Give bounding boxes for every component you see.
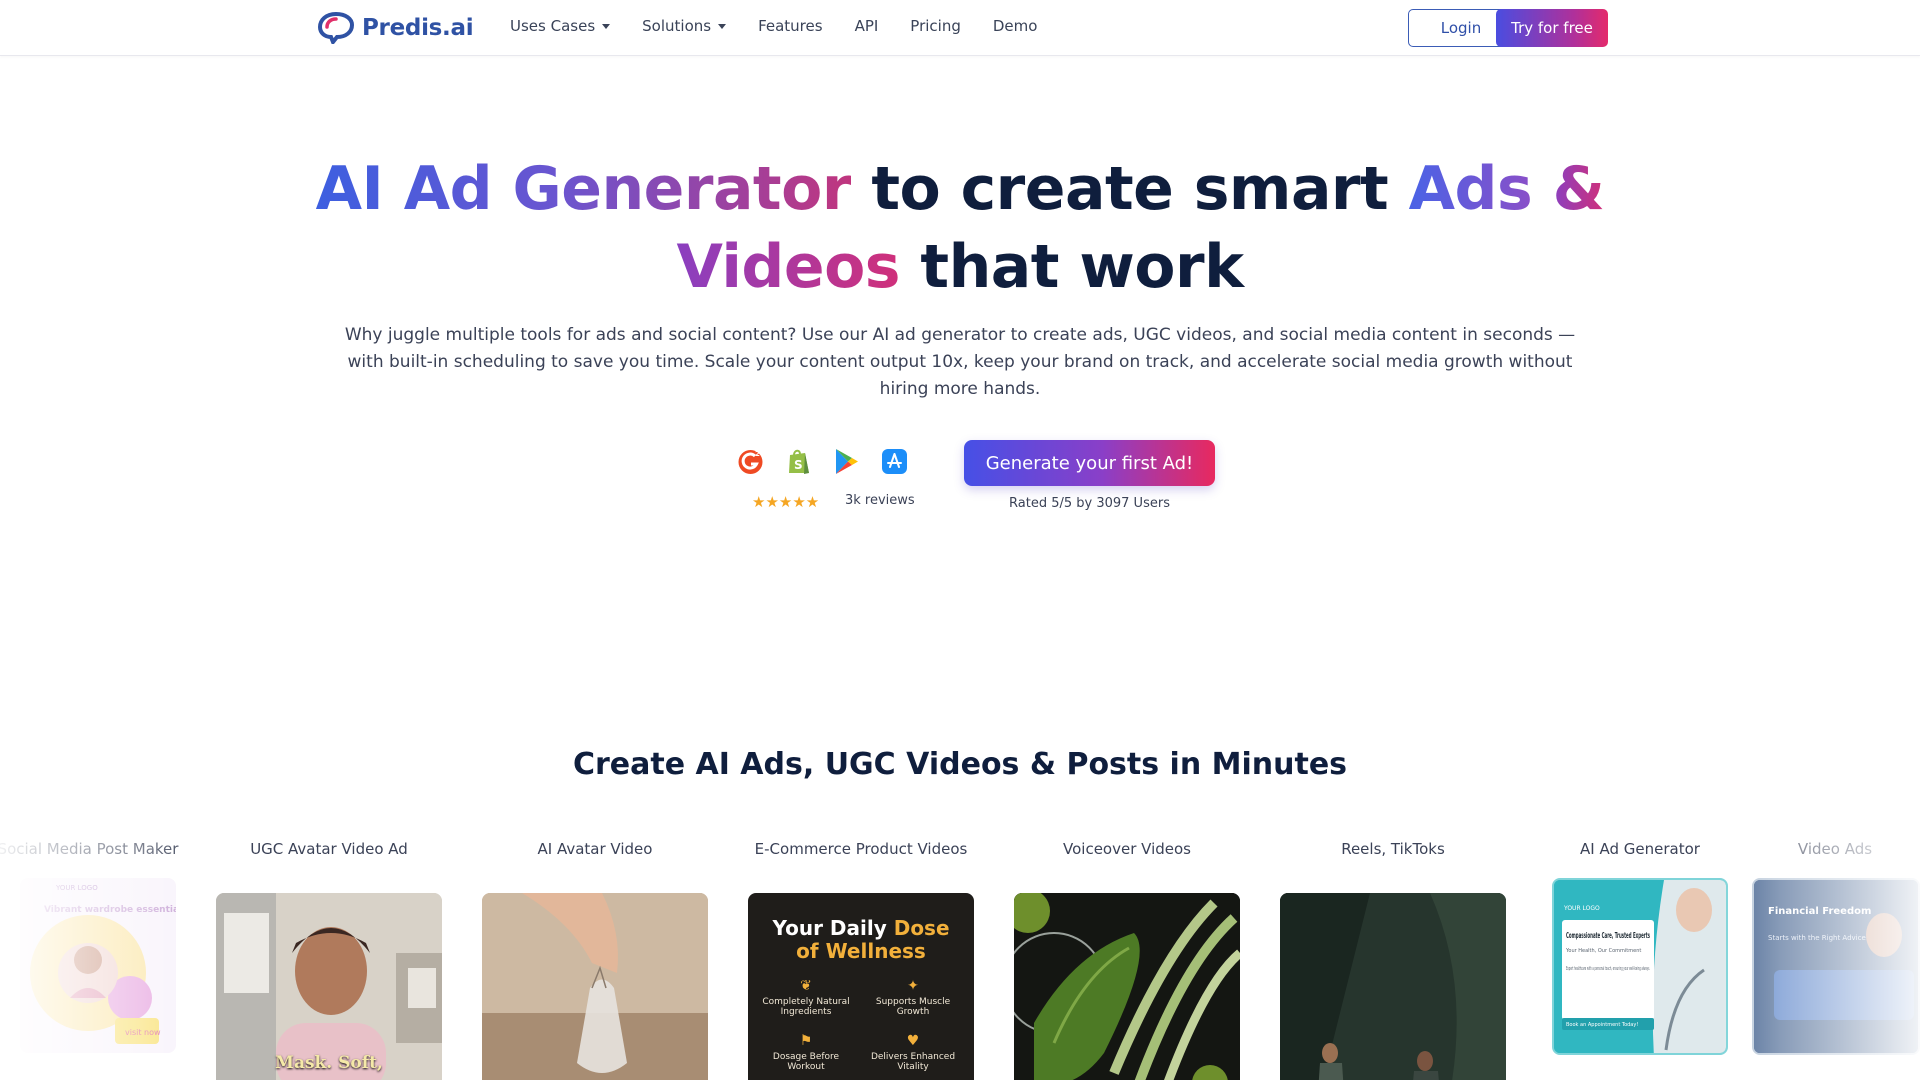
card-label: AI Avatar Video	[537, 840, 653, 858]
ai-ad-cta: Book an Appointment Today!	[1566, 1022, 1638, 1028]
chevron-down-icon	[718, 23, 727, 29]
nav-uses-cases-label: Uses Cases	[510, 17, 596, 35]
nav-pricing[interactable]: Pricing	[910, 17, 961, 35]
card-thumbnail: Financial Freedom Starts with the Right …	[1752, 878, 1920, 1055]
ai-ad-subline: Your Health, Our Commitment	[1565, 948, 1641, 954]
app-store-icon[interactable]	[881, 447, 908, 476]
ai-ad-headline: Compassionate Care, Trusted Experts	[1566, 931, 1650, 940]
nav-api[interactable]: API	[855, 17, 879, 35]
nav-solutions[interactable]: Solutions	[642, 17, 727, 35]
ai-ad-logo: YOUR LOGO	[1563, 905, 1600, 912]
card-thumbnail	[1280, 893, 1506, 1080]
video-ads-headline: Financial Freedom	[1768, 906, 1871, 917]
nav-features-label: Features	[758, 17, 823, 35]
nav-uses-cases[interactable]: Uses Cases	[510, 17, 611, 35]
social-card-logo: YOUR LOGO	[55, 884, 98, 892]
hero-title-highlight-2: Ads	[1408, 154, 1533, 224]
card-thumbnail: Mask. Soft,	[216, 893, 442, 1080]
muscle-icon: ✦	[907, 978, 919, 994]
hero-description: Why juggle multiple tools for ads and so…	[344, 325, 1576, 399]
nav-links: Uses Cases Solutions Features API Pricin…	[510, 17, 1069, 35]
card-label: Reels, TikToks	[1341, 840, 1445, 858]
ugc-avatar-preview	[216, 893, 442, 1080]
social-post-preview: YOUR LOGO Vibrant wardrobe essentials he…	[30, 884, 176, 1044]
card-thumbnail	[482, 893, 708, 1080]
video-ads-preview: Financial Freedom Starts with the Right …	[1754, 880, 1918, 1053]
card-thumbnail: Your Daily Dose of Wellness ❦ Completely N…	[748, 893, 974, 1080]
wellness-feature-text: Supports Muscle Growth	[875, 997, 951, 1017]
hero-title-ampersand: &	[1552, 154, 1605, 224]
wellness-feature-text: Completely Natural Ingredients	[762, 997, 850, 1017]
rating-stars: ★★★★★	[752, 493, 820, 511]
nav-demo-label: Demo	[992, 17, 1038, 35]
video-ads-subline: Starts with the Right Advice	[1768, 934, 1866, 942]
nav-pricing-label: Pricing	[910, 17, 961, 35]
wellness-feature-text: Delivers Enhanced Vitality	[870, 1052, 956, 1072]
review-platforms: 2 S	[737, 447, 908, 476]
ai-ad-preview: YOUR LOGO Compassionate Care, Trusted Ex…	[1554, 880, 1726, 1053]
card-label: UGC Avatar Video Ad	[250, 840, 408, 858]
nav-features[interactable]: Features	[758, 17, 823, 35]
social-card-headline: Vibrant wardrobe essentials here	[44, 905, 176, 915]
nav-demo[interactable]: Demo	[993, 17, 1038, 35]
wellness-feature: ♥ Delivers Enhanced Vitality	[863, 1033, 963, 1072]
social-card-cta: visit now	[125, 1028, 161, 1037]
wellness-headline-gold-1: Dose	[893, 916, 950, 940]
leaf-icon: ❦	[800, 978, 812, 994]
predis-logo-icon	[318, 12, 354, 44]
google-play-icon[interactable]	[833, 447, 860, 476]
card-label: AI Ad Generator	[1580, 840, 1700, 858]
card-thumbnail	[1014, 893, 1240, 1080]
section-title: Create AI Ads, UGC Videos & Posts in Min…	[572, 747, 1348, 782]
g2-icon[interactable]: 2	[737, 447, 764, 476]
hero-title-highlight-3: Videos	[676, 232, 901, 302]
rated-text: Rated 5/5 by 3097 Users	[1009, 496, 1170, 511]
use-case-carousel: Social Media Post Maker YOUR LOGO Vibran…	[0, 840, 1920, 1080]
hero-title-text-2: that work	[920, 232, 1244, 302]
wellness-feature-text: Dosage Before Workout	[772, 1052, 840, 1072]
nav-api-label: API	[854, 17, 879, 35]
hero-title-text-1: to create smart	[871, 154, 1389, 224]
top-navbar: Predis.ai Uses Cases Solutions Features …	[0, 0, 1920, 56]
svg-text:2: 2	[755, 450, 760, 458]
ugc-caption: Mask. Soft,	[275, 1053, 383, 1073]
card-thumbnail: YOUR LOGO Vibrant wardrobe essentials he…	[20, 878, 176, 1053]
voiceover-preview	[1014, 893, 1240, 1080]
wellness-headline: Your Daily Dose of Wellness	[748, 917, 974, 963]
nav-solutions-label: Solutions	[642, 17, 712, 35]
logo[interactable]: Predis.ai	[318, 12, 474, 44]
logo-text: Predis.ai	[362, 15, 474, 41]
wellness-headline-1: Your Daily	[772, 916, 887, 940]
ai-ad-body: Expert healthcare with a personal touch,…	[1566, 966, 1650, 972]
heart-icon: ♥	[906, 1033, 920, 1049]
generate-first-ad-button[interactable]: Generate your first Ad!	[964, 440, 1215, 486]
card-label: Voiceover Videos	[1063, 840, 1191, 858]
ai-avatar-preview	[482, 893, 708, 1080]
card-thumbnail: YOUR LOGO Compassionate Care, Trusted Ex…	[1552, 878, 1728, 1055]
wellness-headline-gold-2: of Wellness	[796, 939, 926, 963]
hero-title-highlight-1: AI Ad Generator	[315, 154, 852, 224]
card-label: Social Media Post Maker	[0, 840, 179, 858]
reviews-count: 3k reviews	[845, 493, 915, 508]
try-for-free-button[interactable]: Try for free	[1496, 9, 1608, 47]
wellness-feature: ✦ Supports Muscle Growth	[863, 978, 963, 1017]
chevron-down-icon	[602, 23, 611, 29]
wellness-feature: ❦ Completely Natural Ingredients	[756, 978, 856, 1017]
shopify-icon[interactable]: S	[785, 447, 812, 476]
hero-title: AI Ad Generator to create smart Ads & Vi…	[260, 150, 1660, 306]
reels-preview	[1280, 893, 1506, 1080]
card-label: Video Ads	[1797, 840, 1873, 858]
svg-text:S: S	[794, 458, 803, 472]
workout-icon: ⚑	[799, 1033, 813, 1049]
wellness-feature: ⚑ Dosage Before Workout	[756, 1033, 856, 1072]
card-label: E-Commerce Product Videos	[754, 840, 968, 858]
